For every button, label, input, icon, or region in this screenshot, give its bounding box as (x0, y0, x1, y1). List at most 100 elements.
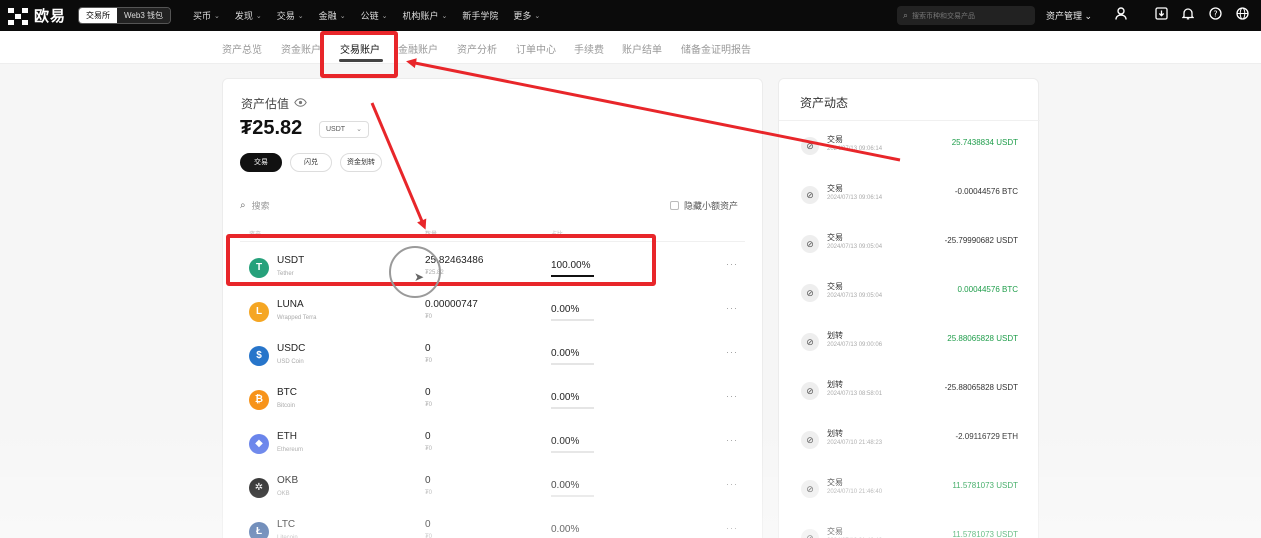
asset-name: Ethereum (277, 447, 304, 453)
nav-item-buy[interactable]: 买币 ⌄ (193, 9, 220, 22)
asset-value: ₮0 (425, 402, 433, 408)
asset-amount: 0 (425, 475, 431, 486)
activity-item[interactable]: ⊘ 划转 2024/07/13 09:00:06 25.88065828 USDT (779, 317, 1040, 366)
chevron-down-icon: ⌄ (381, 12, 388, 20)
hide-small-assets-checkbox[interactable]: 隐藏小额资产 (669, 199, 738, 212)
row-more-button[interactable]: ··· (726, 391, 738, 401)
search-icon: ⌕ (903, 10, 909, 20)
transfer-button[interactable]: 资金划转 (340, 153, 382, 172)
asset-ratio: 0.00% (551, 524, 580, 535)
activity-type: 划转 (827, 429, 843, 438)
asset-value: ₮0 (425, 446, 433, 452)
asset-row-ltc[interactable]: Ł LTC Litecoin 0 ₮0 0.00% ··· (223, 510, 764, 538)
okx-logo[interactable]: 欧易 (8, 5, 66, 26)
asset-symbol: LTC (277, 519, 296, 530)
asset-amount: 0 (425, 387, 431, 398)
nav-item-institutional[interactable]: 机构账户 ⌄ (402, 9, 447, 22)
activity-item[interactable]: ⊘交易2024/07/10 21:46:4011.5781073 USDT (779, 513, 1040, 538)
asset-row-okb[interactable]: ✲ OKB OKB 0 ₮0 0.00% ··· (223, 466, 764, 510)
bitcoin-icon: ₿ (249, 390, 269, 410)
asset-search-input[interactable]: ⌕ 搜索 (240, 199, 270, 212)
subnav-finance-account[interactable]: 金融账户 (398, 41, 438, 56)
row-more-button[interactable]: ··· (726, 347, 738, 357)
row-more-button[interactable]: ··· (726, 435, 738, 445)
asset-symbol: ETH (277, 431, 297, 442)
mode-web3-tab[interactable]: Web3 钱包 (117, 8, 170, 23)
bell-icon[interactable] (1180, 7, 1196, 23)
asset-management-menu[interactable]: 资产管理 ⌄ (1046, 9, 1092, 22)
activity-type: 交易 (827, 527, 843, 536)
convert-button[interactable]: 闪兑 (290, 153, 332, 172)
logo-text: 欧易 (34, 8, 67, 25)
subnav-order-center[interactable]: 订单中心 (516, 41, 556, 56)
activity-item[interactable]: ⊘ 划转 2024/07/10 21:48:23 -2.09116729 ETH (779, 415, 1040, 464)
activity-item[interactable]: ⊘ 交易 2024/07/13 09:05:04 0.00044576 BTC (779, 268, 1040, 317)
activity-item[interactable]: ⊘ 交易 2024/07/13 09:06:14 25.7438834 USDT (779, 121, 1040, 170)
row-more-button[interactable]: ··· (726, 523, 738, 533)
row-more-button[interactable]: ··· (726, 303, 738, 313)
eye-icon[interactable] (294, 97, 307, 110)
help-icon[interactable]: ? (1207, 7, 1223, 23)
main-nav: 买币 ⌄ 发现 ⌄ 交易 ⌄ 金融 ⌄ 公链 ⌄ 机构账户 ⌄ 新手学院 更多 ⌄ (193, 0, 555, 31)
asset-symbol: OKB (277, 475, 299, 486)
globe-icon[interactable] (1234, 7, 1250, 23)
asset-ratio: 0.00% (551, 480, 580, 491)
activity-amount: -2.09116729 ETH (955, 432, 1018, 441)
trade-button[interactable]: 交易 (240, 153, 282, 172)
nav-item-discover[interactable]: 发现 ⌄ (235, 9, 262, 22)
subnav-overview[interactable]: 资产总览 (222, 41, 262, 56)
swap-icon: ⊘ (801, 333, 819, 351)
activity-type: 交易 (827, 233, 843, 242)
activity-item[interactable]: ⊘ 划转 2024/07/13 08:58:01 -25.88065828 USDT (779, 366, 1040, 415)
asset-name: OKB (277, 491, 290, 497)
download-icon[interactable] (1153, 7, 1169, 23)
subnav-asset-analysis[interactable]: 资产分析 (457, 41, 497, 56)
row-more-button[interactable]: ··· (726, 479, 738, 489)
activity-amount: 0.00044576 BTC (957, 285, 1019, 294)
activity-type: 划转 (827, 380, 843, 389)
activity-item[interactable]: ⊘交易2024/07/10 21:46:4011.5781073 USDT (779, 464, 1040, 513)
activity-item[interactable]: ⊘ 交易 2024/07/13 09:06:14 -0.00044576 BTC (779, 170, 1040, 219)
swap-icon: ⊘ (801, 382, 819, 400)
nav-item-finance[interactable]: 金融 ⌄ (319, 9, 346, 22)
nav-item-trade[interactable]: 交易 ⌄ (277, 9, 304, 22)
activity-title: 资产动态 (800, 96, 849, 110)
asset-valuation-value: ₮25.82 (240, 117, 303, 139)
asset-ratio: 0.00% (551, 392, 580, 403)
activity-amount: -0.00044576 BTC (954, 187, 1018, 196)
ethereum-icon: ◆ (249, 434, 269, 454)
mode-exchange-tab[interactable]: 交易所 (79, 8, 118, 23)
chevron-down-icon: ⌄ (441, 12, 448, 20)
asset-name: Wrapped Terra (277, 315, 317, 321)
activity-type: 交易 (827, 184, 843, 193)
subnav-funding-account[interactable]: 资金账户 (281, 41, 321, 56)
user-icon[interactable] (1113, 7, 1129, 23)
litecoin-icon: Ł (249, 522, 269, 538)
activity-amount: 25.88065828 USDT (947, 334, 1018, 343)
asset-row-btc[interactable]: ₿ BTC Bitcoin 0 ₮0 0.00% ··· (223, 378, 764, 422)
mode-switch: 交易所 Web3 钱包 (78, 7, 171, 24)
asset-valuation-label: 资产估值 (241, 95, 307, 112)
asset-activity-card: 资产动态 ⊘ 交易 2024/07/13 09:06:14 25.7438834 US… (778, 78, 1040, 538)
asset-row-luna[interactable]: L LUNA Wrapped Terra 0.00000747 ₮0 0.00% ··· (223, 290, 764, 334)
row-more-button[interactable]: ··· (726, 259, 738, 269)
asset-value: ₮0 (425, 490, 433, 496)
global-search-input[interactable]: ⌕ 搜索币种和交易产品 (897, 6, 1035, 25)
activity-time: 2024/07/13 09:06:14 (827, 146, 883, 152)
subnav-proof-of-reserves[interactable]: 储备金证明报告 (681, 41, 751, 56)
ratio-bar (551, 363, 594, 365)
activity-amount: 11.5781073 USDT (952, 481, 1018, 490)
asset-row-eth[interactable]: ◆ ETH Ethereum 0 ₮0 0.00% ··· (223, 422, 764, 466)
highlight-box-trading-tab (320, 31, 398, 78)
asset-row-usdc[interactable]: $ USDC USD Coin 0 ₮0 0.00% ··· (223, 334, 764, 378)
subnav-fees[interactable]: 手续费 (574, 41, 604, 56)
nav-item-more[interactable]: 更多 ⌄ (513, 9, 540, 22)
swap-icon: ⊘ (801, 480, 819, 498)
currency-select[interactable]: USDT ⌄ (319, 121, 369, 138)
trading-account-card: 资产估值 ₮25.82 USDT ⌄ 交易 闪兑 资金划转 ⌕ 搜索 隐藏小额资… (222, 78, 763, 538)
nav-item-chain[interactable]: 公链 ⌄ (361, 9, 388, 22)
activity-item[interactable]: ⊘ 交易 2024/07/13 09:05:04 -25.79990682 USDT (779, 219, 1040, 268)
subnav-statements[interactable]: 账户结单 (622, 41, 662, 56)
nav-item-academy[interactable]: 新手学院 (462, 9, 498, 22)
search-icon: ⌕ (240, 200, 246, 211)
